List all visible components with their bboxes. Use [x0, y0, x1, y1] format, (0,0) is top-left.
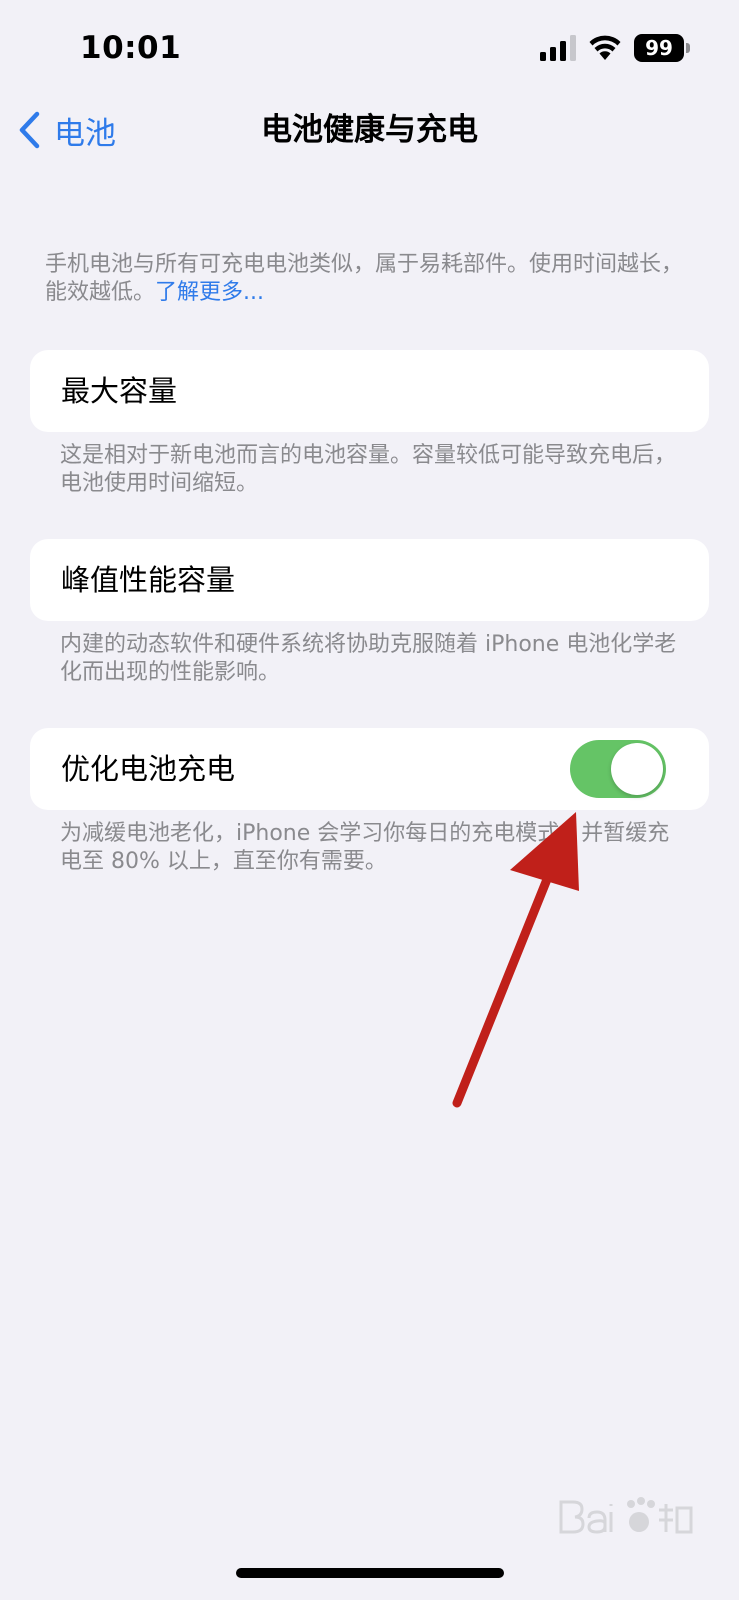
optimized-charging-toggle[interactable]	[570, 740, 666, 798]
optimized-charging-row: 优化电池充电	[30, 728, 709, 810]
intro-body: 手机电池与所有可充电电池类似，属于易耗部件。使用时间越长，能效越低。	[45, 252, 684, 305]
chevron-left-icon	[19, 111, 40, 149]
max-capacity-row[interactable]: 最大容量	[30, 350, 709, 432]
wifi-icon	[589, 35, 621, 60]
max-capacity-footnote: 这是相对于新电池而言的电池容量。容量较低可能导致充电后，电池使用时间缩短。	[60, 443, 677, 496]
back-label: 电池	[54, 115, 116, 152]
battery-level: 99	[645, 36, 673, 60]
battery-icon: 99	[634, 34, 690, 62]
home-indicator[interactable]	[236, 1568, 504, 1578]
optimized-charging-label: 优化电池充电	[61, 752, 236, 786]
screen: 10:01 99 电池健康与充电 电池 手机电池与所有可充电电池类似，属于易耗部…	[0, 0, 739, 1600]
max-capacity-label: 最大容量	[61, 374, 178, 408]
toggle-knob	[611, 743, 663, 795]
back-button[interactable]: 电池	[16, 108, 116, 152]
peak-performance-row[interactable]: 峰值性能容量	[30, 539, 709, 621]
battery-cap	[686, 43, 690, 53]
annotation-arrow-icon	[452, 812, 579, 1108]
intro-text: 手机电池与所有可充电电池类似，属于易耗部件。使用时间越长，能效越低。了解更多..…	[45, 251, 685, 307]
status-time: 10:01	[80, 30, 182, 66]
peak-performance-label: 峰值性能容量	[61, 563, 236, 597]
baidu-watermark-icon	[559, 1497, 693, 1534]
battery-body: 99	[634, 34, 684, 62]
signal-icon	[540, 35, 576, 61]
peak-performance-footnote: 内建的动态软件和硬件系统将协助克服随着 iPhone 电池化学老化而出现的性能影…	[60, 632, 677, 685]
learn-more-link[interactable]: 了解更多...	[155, 280, 264, 305]
